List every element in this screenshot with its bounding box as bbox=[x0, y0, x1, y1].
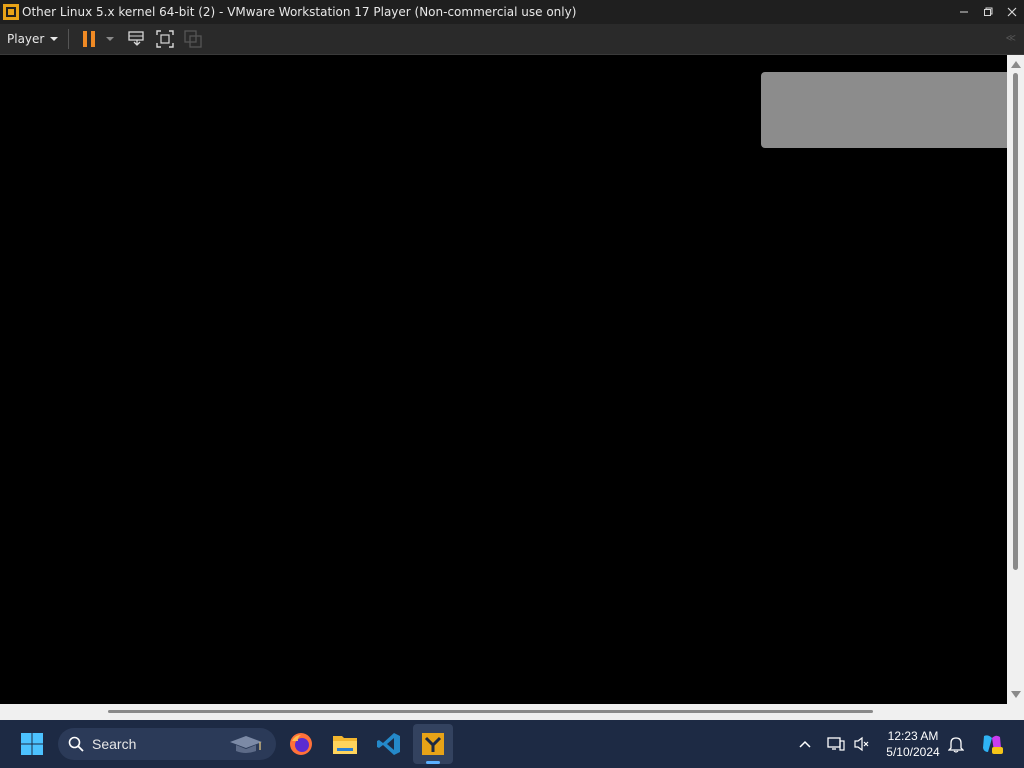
close-button[interactable] bbox=[1000, 0, 1024, 24]
restore-icon bbox=[984, 7, 993, 16]
firefox-icon bbox=[290, 733, 312, 755]
search-icon bbox=[68, 736, 84, 752]
vscode-icon bbox=[377, 733, 400, 755]
vm-display[interactable] bbox=[0, 55, 1007, 704]
window-title: Other Linux 5.x kernel 64-bit (2) - VMwa… bbox=[22, 5, 577, 19]
full-screen-button[interactable] bbox=[151, 26, 179, 52]
close-icon bbox=[1007, 7, 1017, 17]
network-icon bbox=[827, 737, 845, 751]
full-screen-icon bbox=[156, 30, 175, 48]
toolbar-divider bbox=[68, 29, 70, 49]
unity-button[interactable] bbox=[179, 26, 207, 52]
guest-notification-panel[interactable] bbox=[761, 72, 1007, 148]
minimize-button[interactable] bbox=[952, 0, 976, 24]
vmware-taskbar-button[interactable] bbox=[413, 724, 453, 764]
player-menu-button[interactable]: Player bbox=[0, 26, 64, 52]
minimize-icon bbox=[960, 11, 968, 13]
start-button[interactable] bbox=[12, 724, 52, 764]
show-hidden-icons-button[interactable] bbox=[795, 734, 815, 754]
toolbar-collapse-icon[interactable]: ≪ bbox=[1006, 33, 1016, 44]
start-icon bbox=[21, 733, 43, 755]
vertical-scrollbar[interactable] bbox=[1007, 55, 1024, 704]
search-placeholder: Search bbox=[92, 736, 137, 752]
graduation-cap-icon bbox=[230, 736, 262, 753]
vmware-app-icon bbox=[3, 4, 19, 20]
player-toolbar: Player ≪ bbox=[0, 24, 1024, 55]
active-app-indicator bbox=[426, 761, 440, 764]
copilot-button[interactable] bbox=[980, 732, 1004, 756]
file-explorer-taskbar-button[interactable] bbox=[325, 724, 365, 764]
pause-button[interactable] bbox=[75, 26, 103, 52]
vscode-taskbar-button[interactable] bbox=[369, 724, 409, 764]
vmware-icon bbox=[422, 733, 444, 755]
taskbar-clock[interactable]: 12:23 AM 5/10/2024 bbox=[874, 728, 952, 760]
taskbar: Search 12:23 AM 5/10/2024 bbox=[0, 720, 1024, 768]
firefox-taskbar-button[interactable] bbox=[281, 724, 321, 764]
file-explorer-icon bbox=[333, 736, 357, 754]
copilot-icon bbox=[983, 735, 1003, 754]
clock-time: 12:23 AM bbox=[887, 729, 939, 743]
vertical-scroll-thumb[interactable] bbox=[1013, 73, 1018, 570]
horizontal-scrollbar[interactable] bbox=[0, 704, 1024, 720]
scroll-up-icon[interactable] bbox=[1011, 61, 1021, 68]
notifications-button[interactable] bbox=[946, 734, 966, 754]
send-ctrl-alt-del-button[interactable] bbox=[123, 26, 151, 52]
taskbar-search-box[interactable]: Search bbox=[58, 728, 276, 760]
pause-icon bbox=[83, 31, 96, 47]
clock-date: 5/10/2024 bbox=[886, 745, 940, 759]
unity-icon bbox=[184, 30, 202, 48]
player-menu-label: Player bbox=[7, 32, 45, 46]
send-ctrl-alt-del-icon bbox=[128, 31, 144, 46]
chevron-down-icon bbox=[106, 37, 115, 41]
scroll-down-icon[interactable] bbox=[1011, 691, 1021, 698]
volume-tray-button[interactable] bbox=[852, 734, 872, 754]
chevron-down-icon bbox=[50, 37, 59, 41]
bell-icon bbox=[948, 737, 964, 753]
network-tray-button[interactable] bbox=[826, 734, 846, 754]
chevron-up-icon bbox=[799, 740, 811, 748]
volume-muted-icon bbox=[854, 736, 869, 752]
restore-button[interactable] bbox=[976, 0, 1000, 24]
window-titlebar[interactable]: Other Linux 5.x kernel 64-bit (2) - VMwa… bbox=[0, 0, 1024, 24]
power-options-dropdown[interactable] bbox=[103, 26, 117, 52]
horizontal-scroll-thumb[interactable] bbox=[108, 710, 873, 713]
